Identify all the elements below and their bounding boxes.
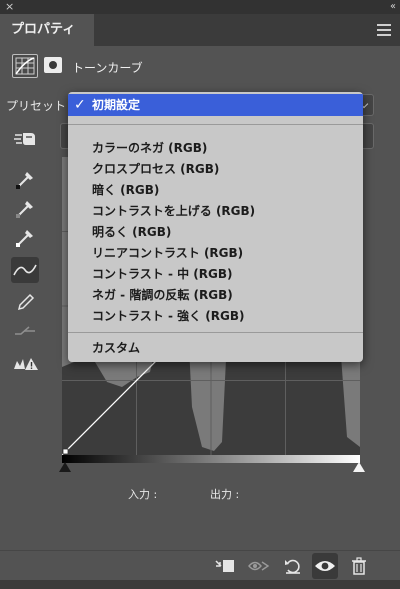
preset-option[interactable]: ネガ - 階調の反転 (RGB) [92,285,233,305]
preset-option[interactable]: コントラストを上げる (RGB) [92,201,255,221]
preset-option-default[interactable]: ✓ 初期設定 [68,94,363,116]
bottom-toolbar [0,550,400,580]
auto-adjust-icon[interactable] [11,126,39,152]
output-label: 出力 : [210,488,240,501]
reset-icon[interactable] [280,553,306,579]
layer-mask-icon[interactable] [44,57,62,73]
adjustment-header: トーンカーブ [0,46,400,90]
close-panel-icon[interactable]: × [5,0,14,14]
eyedropper-black-icon[interactable] [11,166,39,192]
menu-divider [68,332,363,333]
panel-menu-icon[interactable] [377,24,391,36]
preset-option[interactable]: コントラスト - 中 (RGB) [92,264,232,284]
clipping-warning-icon[interactable] [11,350,39,376]
white-point-slider[interactable] [353,462,365,472]
black-point-slider[interactable] [59,462,71,472]
pencil-icon[interactable] [11,288,39,314]
visibility-icon[interactable] [312,553,338,579]
curve-point-icon[interactable] [11,257,39,283]
trash-icon[interactable] [346,553,372,579]
gradient-bar [62,455,360,463]
eyedropper-white-icon[interactable] [11,224,39,250]
panel-tabbar: プロパティ [0,14,400,46]
input-label: 入力 : [128,488,158,501]
adjustment-title: トーンカーブ [72,61,143,75]
clip-to-layer-icon[interactable] [212,553,238,579]
view-previous-icon[interactable] [246,553,272,579]
preset-option[interactable]: 暗く (RGB) [92,180,159,200]
preset-option[interactable]: クロスプロセス (RGB) [92,159,219,179]
eyedropper-gray-icon[interactable] [11,195,39,221]
preset-option[interactable]: リニアコントラスト (RGB) [92,243,243,263]
preset-dropdown-menu: ✓ 初期設定 カラーのネガ (RGB) クロスプロセス (RGB) 暗く (RG… [68,92,363,362]
io-readout: 入力 : 出力 : [0,486,400,502]
preset-option-label: 初期設定 [92,98,141,112]
menu-divider [68,124,363,125]
smooth-curve-icon[interactable] [11,318,39,344]
preset-option[interactable]: 明るく (RGB) [92,222,171,242]
preset-option-custom[interactable]: カスタム [92,338,140,358]
tab-properties[interactable]: プロパティ [0,14,94,46]
curve-point-black [62,448,69,455]
curves-adjustment-icon[interactable] [12,54,38,78]
collapse-panel-icon[interactable]: ‹‹ [390,0,396,14]
panel-bottom-edge [0,580,400,589]
preset-option[interactable]: コントラスト - 強く (RGB) [92,306,244,326]
checkmark-icon: ✓ [74,97,86,113]
preset-option[interactable]: カラーのネガ (RGB) [92,138,207,158]
preset-label: プリセット : [6,99,74,113]
panel-titlebar: × ‹‹ [0,0,400,14]
